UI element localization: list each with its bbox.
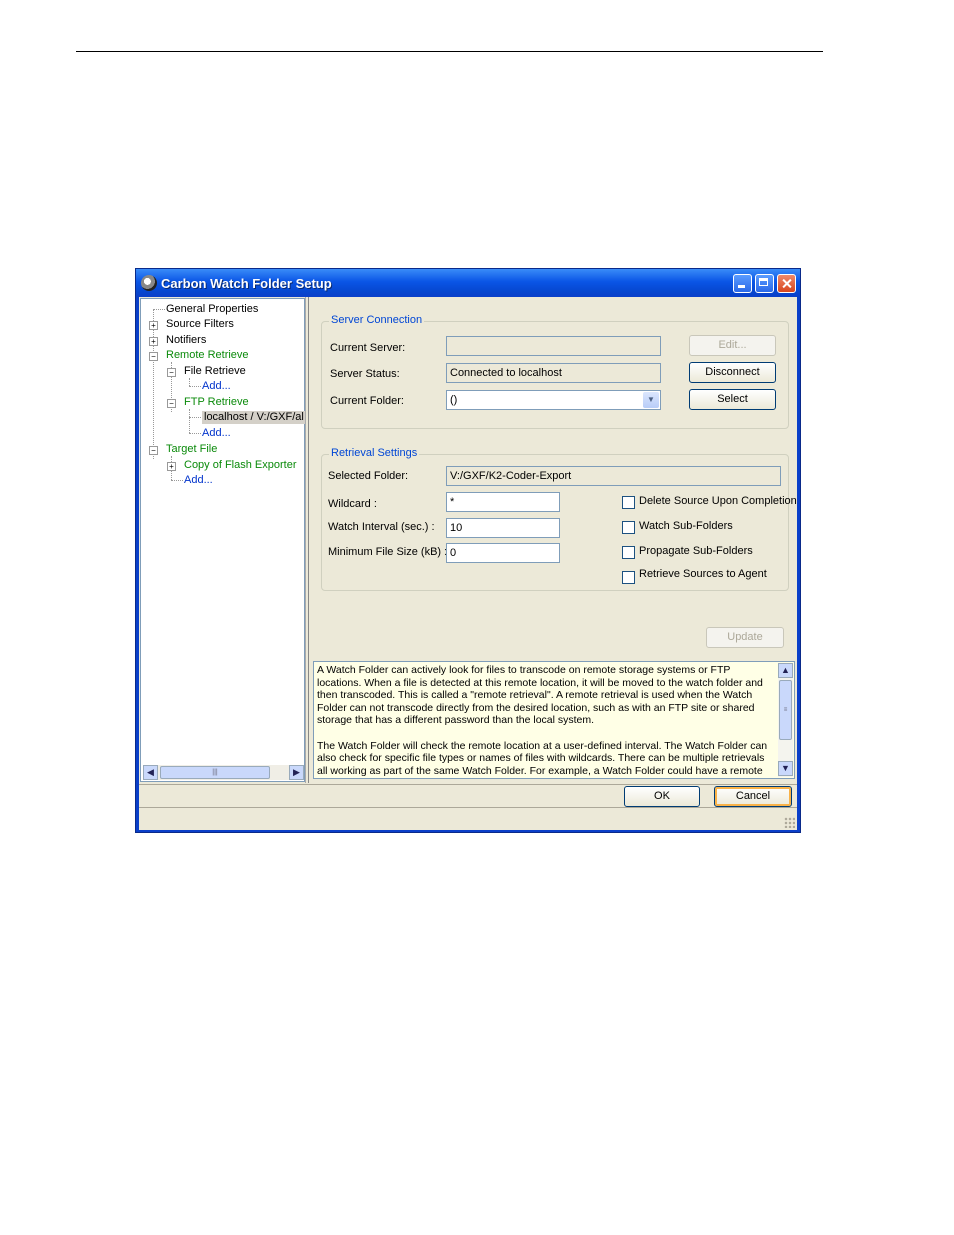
tree-connector: [189, 378, 190, 386]
scroll-thumb[interactable]: |||: [160, 766, 270, 779]
expand-icon[interactable]: +: [149, 321, 158, 330]
close-button[interactable]: [777, 274, 796, 293]
watch-interval-input[interactable]: 10: [446, 518, 560, 538]
tree-connector: [153, 309, 154, 459]
tree-item-notifiers[interactable]: Notifiers: [166, 334, 206, 347]
tree-item-source-filters[interactable]: Source Filters: [166, 318, 234, 331]
collapse-icon[interactable]: −: [167, 399, 176, 408]
collapse-icon[interactable]: −: [149, 446, 158, 455]
retrieve-to-agent-label: Retrieve Sources to Agent: [639, 568, 767, 580]
current-server-label: Current Server:: [330, 342, 406, 354]
wildcard-input[interactable]: *: [446, 492, 560, 512]
client-area: General Properties + Source Filters + No…: [139, 297, 797, 830]
expand-icon[interactable]: +: [167, 462, 176, 471]
delete-source-checkbox[interactable]: [622, 496, 635, 509]
scroll-down-icon[interactable]: ▼: [778, 761, 793, 776]
collapse-icon[interactable]: −: [149, 352, 158, 361]
settings-tree[interactable]: General Properties + Source Filters + No…: [140, 298, 306, 782]
title-bar[interactable]: Carbon Watch Folder Setup: [136, 269, 800, 297]
page-header-rule: [76, 51, 823, 52]
tree-item-target-file[interactable]: Target File: [166, 443, 217, 456]
tree-item-copy-flash-exporter[interactable]: Copy of Flash Exporter: [184, 459, 297, 472]
tree-item-ftp-localhost[interactable]: localhost / V:/GXF/al: [202, 411, 306, 424]
help-text: A Watch Folder can actively look for fil…: [317, 664, 768, 776]
selected-folder-field: V:/GXF/K2-Coder-Export: [446, 466, 781, 486]
tree-connector: [171, 480, 183, 481]
propagate-sub-folders-checkbox[interactable]: [622, 546, 635, 559]
current-folder-select[interactable]: () ▼: [446, 390, 661, 410]
disconnect-button[interactable]: Disconnect: [689, 362, 776, 383]
tree-item-file-retrieve-add[interactable]: Add...: [202, 380, 231, 393]
server-status-label: Server Status:: [330, 368, 400, 380]
scroll-right-icon[interactable]: ▶: [289, 765, 304, 780]
tree-item-ftp-retrieve[interactable]: FTP Retrieve: [184, 396, 249, 409]
maximize-button[interactable]: [755, 274, 774, 293]
resize-grip-icon[interactable]: [784, 817, 795, 828]
current-server-field[interactable]: [446, 336, 661, 356]
help-text-panel[interactable]: A Watch Folder can actively look for fil…: [313, 661, 795, 779]
tree-connector: [189, 386, 201, 387]
chevron-down-icon[interactable]: ▼: [643, 392, 659, 408]
status-bar: [139, 809, 797, 830]
tree-connector: [153, 309, 165, 310]
min-file-size-input[interactable]: 0: [446, 543, 560, 563]
min-file-size-label: Minimum File Size (kB) :: [328, 546, 448, 558]
tree-horizontal-scrollbar[interactable]: ◀ ||| ▶: [143, 765, 304, 780]
scroll-up-icon[interactable]: ▲: [778, 663, 793, 678]
watch-folder-setup-window: Carbon Watch Folder Setup General Proper…: [135, 268, 801, 833]
watch-sub-folders-checkbox[interactable]: [622, 521, 635, 534]
select-folder-button[interactable]: Select: [689, 389, 776, 410]
selected-folder-label: Selected Folder:: [328, 470, 409, 482]
pane-splitter[interactable]: [305, 297, 309, 783]
collapse-icon[interactable]: −: [167, 368, 176, 377]
retrieval-settings-title: Retrieval Settings: [329, 447, 420, 459]
help-vertical-scrollbar[interactable]: ▲ ≡ ▼: [778, 663, 793, 777]
tree-item-target-add[interactable]: Add...: [184, 474, 213, 487]
watch-sub-folders-label: Watch Sub-Folders: [639, 520, 733, 532]
delete-source-label: Delete Source Upon Completion: [639, 495, 797, 507]
current-folder-label: Current Folder:: [330, 395, 404, 407]
tree-item-remote-retrieve[interactable]: Remote Retrieve: [166, 349, 249, 362]
tree-item-ftp-add[interactable]: Add...: [202, 427, 231, 440]
current-folder-value: (): [450, 394, 458, 406]
server-status-field: Connected to localhost: [446, 363, 661, 383]
propagate-sub-folders-label: Propagate Sub-Folders: [639, 545, 753, 557]
tree-connector: [189, 409, 190, 433]
update-button[interactable]: Update: [706, 627, 784, 648]
minimize-button[interactable]: [733, 274, 752, 293]
watch-interval-label: Watch Interval (sec.) :: [328, 521, 435, 533]
tree-connector: [189, 417, 201, 418]
retrieve-to-agent-checkbox[interactable]: [622, 571, 635, 584]
cancel-button[interactable]: Cancel: [714, 786, 792, 807]
expand-icon[interactable]: +: [149, 337, 158, 346]
scroll-left-icon[interactable]: ◀: [143, 765, 158, 780]
scroll-thumb[interactable]: ≡: [779, 680, 792, 740]
wildcard-label: Wildcard :: [328, 498, 377, 510]
ok-button[interactable]: OK: [624, 786, 700, 807]
edit-server-button[interactable]: Edit...: [689, 335, 776, 356]
server-connection-title: Server Connection: [329, 314, 425, 326]
tree-connector: [189, 433, 201, 434]
window-title: Carbon Watch Folder Setup: [161, 276, 332, 291]
tree-item-file-retrieve[interactable]: File Retrieve: [184, 365, 246, 378]
app-icon: [141, 275, 157, 291]
dialog-button-bar: OK Cancel: [139, 784, 797, 808]
tree-item-general-properties[interactable]: General Properties: [166, 303, 258, 316]
